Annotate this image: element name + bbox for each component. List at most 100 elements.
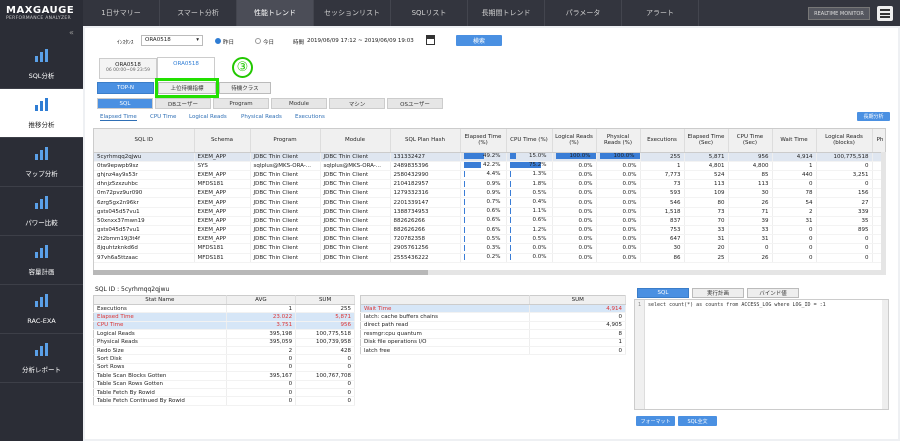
column-header[interactable]: CPU Time (Sec) [728, 129, 773, 153]
nav-tab-4[interactable]: SQLリスト [391, 0, 468, 26]
column-header[interactable]: Schema [194, 129, 251, 153]
yesterday-radio[interactable] [215, 38, 221, 44]
column-header[interactable]: Logical Reads (blocks) [816, 129, 873, 153]
stat-row[interactable]: Elapsed Time 23.022 5,871 [93, 312, 355, 322]
table-row[interactable]: gsts045d57vu1 EXEM_APP JDBC Thin Client JDB… [94, 225, 885, 236]
column-header[interactable]: Elapsed Time (Sec) [684, 129, 729, 153]
chip-4[interactable]: マシン [329, 98, 385, 109]
stat-row[interactable]: Physical Reads 395,059 100,739,958 [93, 338, 355, 347]
stat-row[interactable]: Executions 1 255 [93, 304, 355, 314]
table-row[interactable]: 0m72pvz9ur090 EXEM_APP JDBC Thin Client JDB… [94, 188, 885, 199]
nav-tab-2[interactable]: 性能トレンド [237, 0, 314, 26]
top-sql-table: SQL ID Schema Program Module SQL Plan Hash El… [94, 129, 885, 263]
table-cell: SYS [194, 161, 251, 171]
sidebar-item-0[interactable]: SQL分析 [0, 40, 83, 89]
table-row[interactable]: 6zrg5gx2n96kr EXEM_APP JDBC Thin Client JDB… [94, 197, 885, 208]
calendar-icon[interactable] [426, 35, 435, 45]
tab-wait-class[interactable]: 待機クラス [219, 82, 271, 94]
stat-row[interactable]: Sort Rows 0 0 [93, 363, 355, 373]
search-button[interactable]: 検索 [456, 35, 502, 46]
column-header[interactable]: Ph [872, 129, 885, 153]
table-row[interactable]: 2t2bmm19j3t4f EXEM_APP JDBC Thin Client JDB… [94, 234, 885, 245]
column-header[interactable]: CPU Time (%) [506, 129, 553, 153]
tab-bind-values[interactable]: バインド値 [747, 288, 799, 298]
metric-tab-3[interactable]: Physical Reads [241, 114, 282, 120]
stat-row[interactable]: Table Fetch By Rowid 0 0 [93, 388, 355, 398]
time-range[interactable]: 2019/06/09 17:12 ~ 2019/06/09 19:03 [307, 38, 414, 44]
nav-tab-6[interactable]: パラメータ [545, 0, 622, 26]
table-cell: 0.0% [596, 179, 641, 190]
sidebar-item-5[interactable]: RAC-EXA [0, 285, 83, 334]
wait-row[interactable]: latch free 0 [360, 346, 626, 356]
sidebar-item-2[interactable]: マップ分析 [0, 138, 83, 187]
chip-2[interactable]: Program [213, 98, 269, 109]
table-row[interactable]: 50xnxx37mwn19 EXEM_APP JDBC Thin Client JDB… [94, 216, 885, 227]
wait-row[interactable]: Disk file operations I/O 1 [360, 338, 626, 347]
chip-3[interactable]: Module [271, 98, 327, 109]
wait-row[interactable]: resmgr:cpu quantum 8 [360, 329, 626, 339]
column-header[interactable]: Program [250, 129, 321, 153]
tab-sql[interactable]: SQL [637, 288, 689, 298]
nav-tab-7[interactable]: アラート [622, 0, 699, 26]
column-header[interactable]: SQL Plan Hash [390, 129, 461, 153]
menu-icon[interactable] [877, 6, 893, 21]
nav-tab-1[interactable]: スマート分析 [160, 0, 237, 26]
format-button[interactable]: フォーマット [636, 416, 675, 426]
instance-tab-2[interactable]: ORA0518 [157, 57, 215, 79]
chip-1[interactable]: DBユーザー [155, 98, 211, 109]
sql-scrollbar[interactable] [882, 300, 888, 409]
sidebar-item-4[interactable]: 容量計画 [0, 236, 83, 285]
collapse-icon[interactable]: « [69, 28, 74, 37]
metric-tab-4[interactable]: Executions [295, 114, 325, 120]
stat-row[interactable]: CPU Time 3.751 956 [93, 321, 355, 331]
column-header[interactable]: Elapsed Time (%) [460, 129, 507, 153]
horizontal-scrollbar[interactable] [93, 270, 886, 275]
realtime-monitor-button[interactable]: REALTIME MONITOR [808, 7, 870, 20]
table-row[interactable]: dhnjz5zxzuhbc MFDS181 JDBC Thin Client JDBC… [94, 179, 885, 190]
instance-tab-1[interactable]: ORA0518 06 00:00~09 23:59 [99, 58, 157, 79]
stat-row[interactable]: Table Scan Blocks Gotten 395,167 100,767,7… [93, 371, 355, 381]
chip-5[interactable]: OSユーザー [387, 98, 443, 109]
sidebar-item-3[interactable]: パワー比較 [0, 187, 83, 236]
table-row[interactable]: 8jquhtzknkd6d MFDS181 JDBC Thin Client JDBC… [94, 243, 885, 254]
stat-row[interactable]: Table Fetch Continued By Rowid 0 0 [93, 396, 355, 406]
table-row[interactable]: 5cyrhmqq2qjwu EXEM_APP JDBC Thin Client JDB… [94, 152, 885, 162]
vertical-scrollbar[interactable] [881, 152, 886, 270]
nav-tab-5[interactable]: 長期間トレンド [468, 0, 545, 26]
table-row[interactable]: gsts045d57vu1 EXEM_APP JDBC Thin Client JDB… [94, 207, 885, 217]
yesterday-label: 昨日 [223, 40, 235, 46]
stat-row[interactable]: Table Scan Rows Gotten 0 0 [93, 380, 355, 389]
column-header[interactable]: Logical Reads (%) [552, 129, 597, 153]
stat-row[interactable]: Redo Size 2 428 [93, 346, 355, 356]
sql-text-box[interactable]: 1 select count(*) as counts from ACCESS_… [634, 299, 889, 410]
chip-0[interactable]: SQL [97, 98, 153, 109]
wait-row[interactable]: direct path read 4,905 [360, 321, 626, 331]
today-radio[interactable] [255, 38, 261, 44]
table-row[interactable]: ghjnz4ay9s53r EXEM_APP JDBC Thin Client JDB… [94, 170, 885, 181]
wait-row[interactable]: latch: cache buffers chains 0 [360, 312, 626, 322]
table-row[interactable]: 97vh6a5ttzaac MFDS181 JDBC Thin Client JDBC… [94, 253, 885, 263]
wait-row[interactable]: Wait Time 4,914 [360, 304, 626, 314]
metric-tab-1[interactable]: CPU Time [150, 114, 176, 120]
column-header[interactable]: Physical Reads (%) [596, 129, 641, 153]
column-header[interactable]: SQL ID [94, 129, 195, 153]
nav-tab-0[interactable]: 1日サマリー [83, 0, 160, 26]
sidebar-item-1[interactable]: 推移分析 [0, 89, 83, 138]
tab-exec-plan[interactable]: 実行計画 [692, 288, 744, 298]
metric-tab-0[interactable]: Elapsed Time [100, 114, 137, 121]
column-header[interactable]: Wait Time [772, 129, 817, 153]
metric-tab-2[interactable]: Logical Reads [189, 114, 227, 120]
sidebar-item-6[interactable]: 分析レポート [0, 334, 83, 383]
tab-top-n[interactable]: TOP-N [97, 82, 154, 94]
table-cell: 131332427 [390, 152, 461, 162]
stat-row[interactable]: Logical Reads 395,198 100,775,518 [93, 329, 355, 339]
table-row[interactable]: 0tw9epwpb9sz SYS sqlplus@MKS-ORA-... sqlplu… [94, 161, 885, 171]
long-term-button[interactable]: 長期分析 [857, 112, 890, 121]
column-header[interactable]: Module [320, 129, 391, 153]
column-header[interactable]: Executions [640, 129, 685, 153]
table-cell: 50xnxx37mwn19 [94, 216, 195, 227]
nav-tab-3[interactable]: セッションリスト [314, 0, 391, 26]
instance-select[interactable]: ORA0518 ▾ [141, 35, 203, 46]
stat-row[interactable]: Sort Disk 0 0 [93, 354, 355, 364]
full-sql-button[interactable]: SQL全文 [678, 416, 717, 426]
